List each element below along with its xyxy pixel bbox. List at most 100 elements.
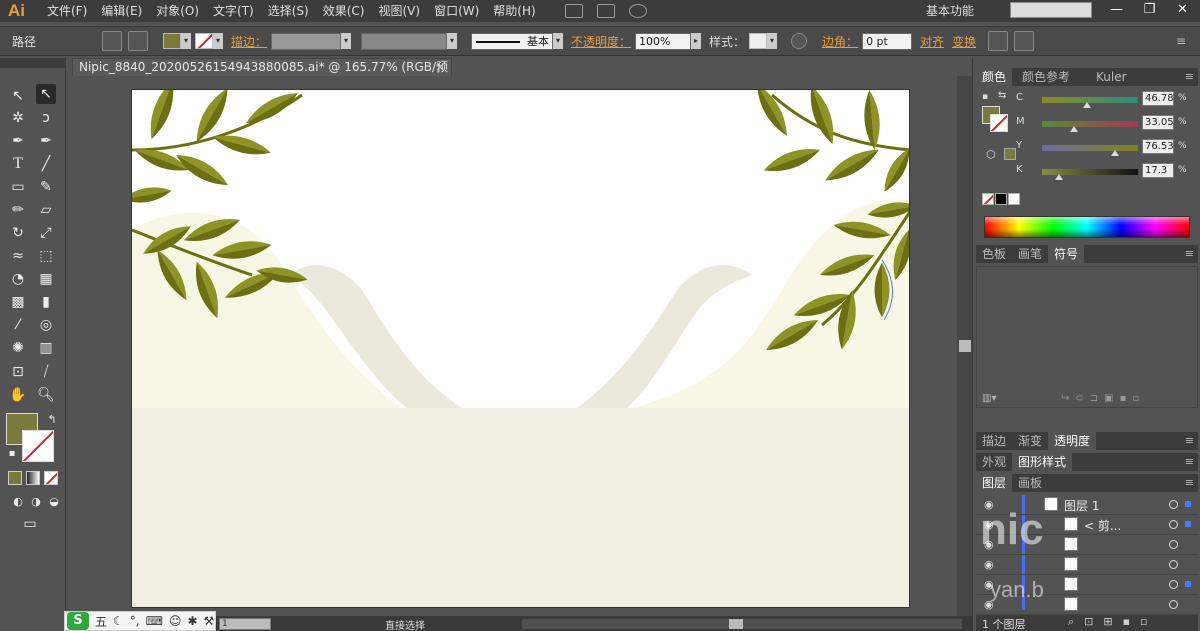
input-mode-label[interactable]: 五: [95, 613, 107, 630]
default-fill-stroke-icon[interactable]: ▪: [982, 92, 988, 102]
tab-brushes[interactable]: 画笔: [1012, 245, 1048, 263]
artboard-navigation-field[interactable]: 1: [219, 618, 271, 630]
tab-swatches[interactable]: 色板: [976, 245, 1012, 263]
variable-width-field[interactable]: [361, 32, 448, 50]
brush-style-field[interactable]: 基本: [471, 32, 554, 50]
graphic-style-swatch[interactable]: [749, 33, 768, 49]
layers-panel-menu-icon[interactable]: ≡: [1185, 474, 1194, 492]
mesh-tool-icon[interactable]: ▩: [8, 292, 28, 312]
tab-gradient[interactable]: 渐变: [1012, 432, 1048, 450]
hand-tool-icon[interactable]: ✋: [8, 385, 28, 405]
fill-dropdown[interactable]: ▾: [181, 33, 191, 49]
draw-normal-icon[interactable]: ◐: [8, 492, 28, 512]
channel-value-field[interactable]: 33.05: [1142, 115, 1174, 130]
menu-edit[interactable]: 编辑(E): [94, 0, 149, 22]
web-safe-swatch[interactable]: [1004, 148, 1016, 160]
tab-artboards[interactable]: 画板: [1012, 474, 1048, 492]
target-circle-icon[interactable]: [1169, 500, 1178, 509]
rotate-tool-icon[interactable]: ↻: [8, 223, 28, 243]
zoom-tool-icon[interactable]: 🔍︎: [36, 385, 56, 405]
keyboard-icon[interactable]: ⌨: [146, 614, 163, 628]
free-transform-icon[interactable]: ⬚: [36, 246, 56, 266]
fill-color-swatch[interactable]: [163, 33, 181, 49]
target-circle-icon[interactable]: [1169, 520, 1178, 529]
tools-panel-header[interactable]: [0, 58, 66, 68]
tab-transparency[interactable]: 透明度: [1048, 432, 1097, 450]
curvature-pen-icon[interactable]: ✒: [36, 131, 56, 151]
selection-indicator[interactable]: [1185, 521, 1191, 527]
control-bar-menu-icon[interactable]: ≡: [1176, 34, 1186, 48]
rectangle-tool-icon[interactable]: ▭: [8, 177, 28, 197]
column-graph-icon[interactable]: ▥: [36, 338, 56, 358]
white-swatch[interactable]: [1008, 193, 1020, 205]
tab-layers[interactable]: 图层: [976, 474, 1013, 492]
tab-color[interactable]: 颜色: [976, 68, 1013, 86]
minimize-button[interactable]: —: [1100, 0, 1133, 22]
visibility-eye-icon[interactable]: ◉: [984, 558, 994, 571]
variable-width-dropdown[interactable]: ▾: [447, 33, 458, 49]
pencil-tool-icon[interactable]: ✏: [8, 200, 28, 220]
color-spectrum-bar[interactable]: [984, 216, 1190, 238]
canvas-area[interactable]: [67, 76, 957, 616]
transparency-panel-menu-icon[interactable]: ≡: [1185, 432, 1194, 450]
opacity-label[interactable]: 不透明度：: [571, 33, 631, 50]
slice-tool-icon[interactable]: ⧸: [36, 362, 56, 382]
anchor-point-icon[interactable]: [128, 31, 148, 51]
symbol-actions-icons[interactable]: ↪⊂⊐▣▪▫: [1061, 393, 1145, 404]
opacity-field[interactable]: 100%: [635, 32, 692, 50]
slider-track[interactable]: [1042, 145, 1138, 151]
eraser-tool-icon[interactable]: ▱: [36, 200, 56, 220]
perspective-grid-icon[interactable]: ▦: [36, 269, 56, 289]
default-colors-icon[interactable]: ▪: [2, 444, 22, 464]
tab-stroke[interactable]: 描边: [976, 432, 1012, 450]
tab-appearance[interactable]: 外观: [976, 453, 1012, 471]
bridge-icon[interactable]: [564, 4, 583, 18]
gradient-mode-icon[interactable]: [26, 471, 40, 485]
draw-inside-icon[interactable]: ◒: [44, 492, 64, 512]
wrench-icon[interactable]: ⚒: [204, 614, 215, 628]
target-circle-icon[interactable]: [1169, 600, 1178, 609]
scale-tool-icon[interactable]: ⤢: [36, 223, 56, 243]
tab-color-guide[interactable]: 颜色参考: [1016, 68, 1076, 86]
restore-button[interactable]: ❐: [1133, 0, 1166, 22]
sogou-logo-icon[interactable]: S: [67, 612, 89, 630]
menu-help[interactable]: 帮助(H): [486, 0, 542, 22]
layer-name[interactable]: < 剪...: [1084, 517, 1121, 534]
swap-colors-icon[interactable]: ⇆: [998, 90, 1006, 101]
slider-thumb[interactable]: [1055, 174, 1063, 180]
brush-style-dropdown[interactable]: ▾: [553, 33, 564, 49]
arrange-documents-icon[interactable]: [596, 4, 615, 18]
artboard[interactable]: [131, 89, 910, 608]
selection-tool-icon[interactable]: ↖: [8, 86, 28, 106]
out-of-gamut-icon[interactable]: ⬡: [986, 148, 996, 161]
menu-window[interactable]: 窗口(W): [427, 0, 486, 22]
layer-actions-icons[interactable]: ⌕⊡⊞▪▫: [1068, 615, 1158, 629]
vertical-scrollbar[interactable]: [957, 76, 972, 616]
menu-effect[interactable]: 效果(C): [316, 0, 372, 22]
color-mode-icon[interactable]: [8, 471, 22, 485]
slider-thumb[interactable]: [1083, 102, 1091, 108]
gradient-tool-icon[interactable]: ▮: [36, 292, 56, 312]
document-tab[interactable]: Nipic_8840_20200526154943880085.ai* @ 16…: [72, 58, 452, 91]
black-swatch[interactable]: [995, 193, 1007, 205]
paintbrush-tool-icon[interactable]: ✎: [36, 177, 56, 197]
vertical-scroll-thumb[interactable]: [959, 340, 971, 352]
close-button[interactable]: ✕: [1166, 0, 1199, 22]
corner-radius-field[interactable]: 0 pt: [862, 32, 913, 50]
opacity-dropdown[interactable]: ▸: [691, 33, 702, 49]
lasso-tool-icon[interactable]: ↄ: [36, 108, 56, 128]
graphic-styles-menu-icon[interactable]: ≡: [1185, 453, 1194, 471]
layer-row[interactable]: ◉: [976, 555, 1198, 575]
symbol-sprayer-icon[interactable]: ✺: [8, 338, 28, 358]
punctuation-icon[interactable]: °,: [130, 614, 140, 628]
channel-value-field[interactable]: 17.3: [1142, 163, 1174, 178]
recolor-artwork-icon[interactable]: [791, 33, 808, 49]
selection-indicator[interactable]: [1185, 501, 1191, 507]
tab-graphic-styles[interactable]: 图形样式: [1012, 453, 1073, 471]
moon-icon[interactable]: ☾: [113, 614, 124, 628]
screen-mode-icon[interactable]: ▭: [20, 514, 40, 534]
stroke-color-swatch[interactable]: [195, 33, 213, 49]
swap-fill-stroke-icon[interactable]: ↰: [42, 410, 62, 430]
gpu-performance-icon[interactable]: [628, 4, 647, 18]
slider-thumb[interactable]: [1111, 150, 1119, 156]
